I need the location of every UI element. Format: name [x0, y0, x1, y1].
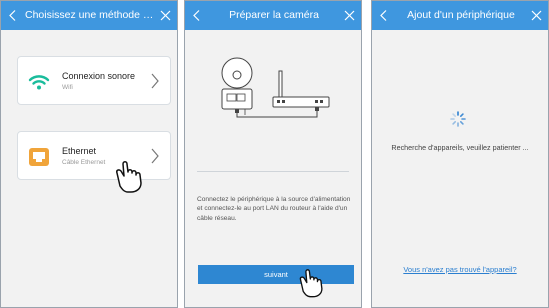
back-icon[interactable] — [7, 9, 20, 22]
searching-status: Recherche d'appareils, veuillez patiente… — [391, 143, 529, 152]
page-title: Ajout d'un périphérique — [407, 9, 515, 21]
wifi-icon — [28, 75, 50, 90]
page-title: Préparer la caméra — [229, 9, 319, 21]
header: Préparer la caméra — [185, 1, 361, 30]
header: Choisissez une méthode de mi... — [1, 1, 177, 30]
hand-pointer-icon — [116, 161, 142, 193]
header: Ajout d'un périphérique — [372, 1, 548, 30]
prepare-camera-screen: Préparer la caméra Connectez le périphér… — [184, 0, 362, 308]
option-label: Ethernet — [62, 146, 97, 156]
back-icon[interactable] — [191, 9, 204, 22]
option-sound-connection[interactable]: Connexion sonore Wifi — [17, 56, 171, 105]
camera-router-illustration — [221, 57, 330, 118]
option-sublabel: Wifi — [62, 84, 73, 91]
option-label: Connexion sonore — [62, 71, 136, 81]
loading-spinner-icon — [450, 111, 466, 127]
instructions-text: Connectez le périphérique à la source d'… — [197, 196, 351, 222]
chevron-right-icon — [151, 148, 159, 164]
close-icon[interactable] — [159, 9, 172, 22]
close-icon[interactable] — [343, 9, 356, 22]
page-title: Choisissez une méthode de mi... — [25, 9, 155, 21]
chevron-right-icon — [151, 73, 159, 89]
device-not-found-link[interactable]: Vous n'avez pas trouvé l'appareil? — [372, 265, 548, 274]
add-device-screen: Ajout d'un périphérique Recherche d'appa… — [371, 0, 549, 308]
next-button[interactable]: suivant — [198, 265, 354, 284]
method-screen: Choisissez une méthode de mi... Connexio… — [0, 0, 178, 308]
option-sublabel: Câble Ethernet — [62, 159, 106, 166]
back-icon[interactable] — [378, 9, 391, 22]
divider — [197, 171, 349, 172]
close-icon[interactable] — [530, 9, 543, 22]
ethernet-icon — [29, 148, 49, 166]
hand-pointer-icon — [299, 269, 323, 298]
